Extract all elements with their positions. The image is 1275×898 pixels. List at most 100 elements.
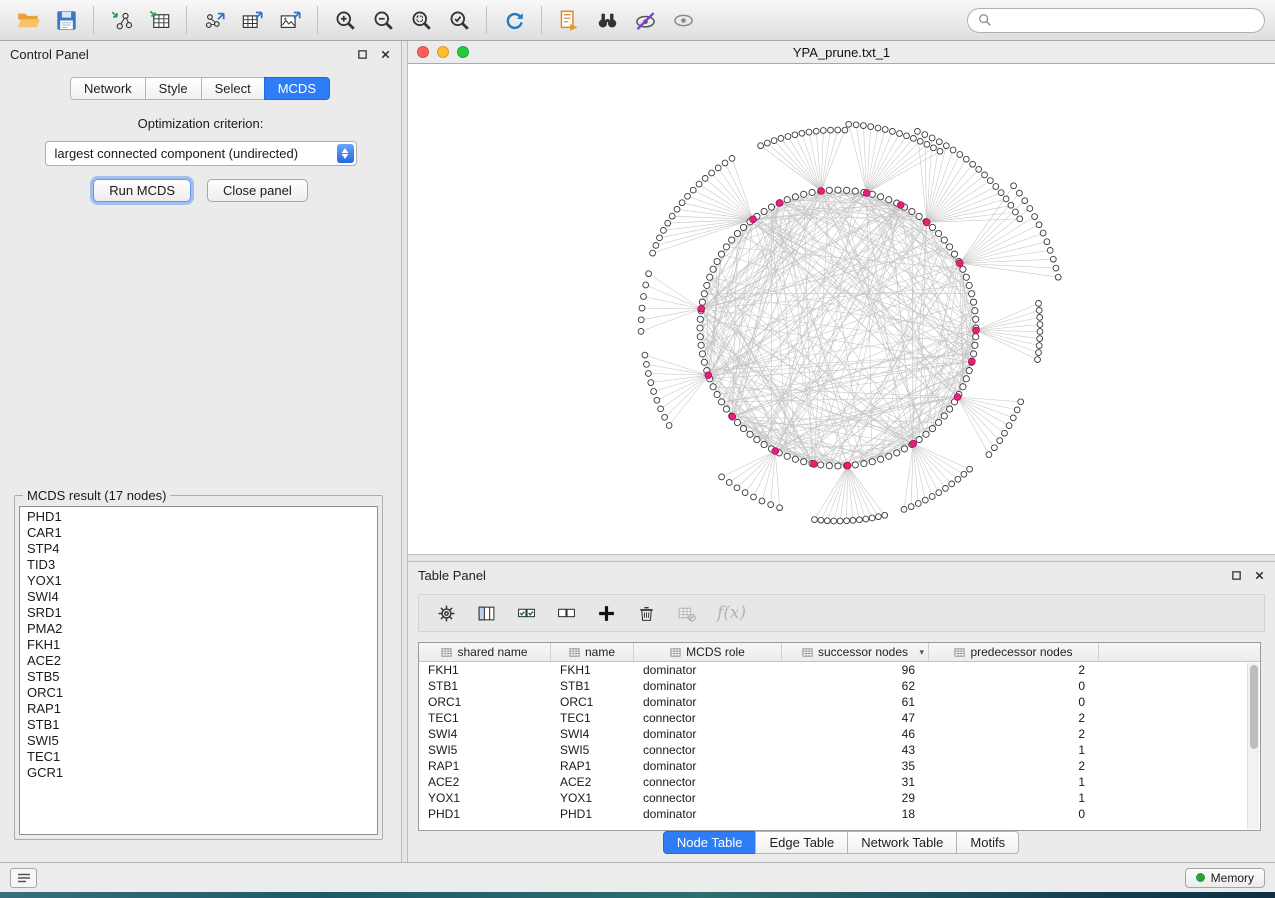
export-image-button[interactable]: [272, 4, 308, 36]
tab-select[interactable]: Select: [201, 77, 265, 100]
cell-predecessor-nodes: 0: [929, 806, 1099, 822]
zoom-selected-button[interactable]: [441, 4, 477, 36]
vizmap-eye-icon: [634, 9, 657, 32]
close-window-icon[interactable]: [417, 46, 429, 58]
toggle-graphics-details-button[interactable]: [627, 4, 663, 36]
table-row[interactable]: SWI4SWI4dominator462: [419, 726, 1260, 742]
show-hide-button[interactable]: [665, 4, 701, 36]
export-table-button[interactable]: [234, 4, 270, 36]
scrollbar-thumb[interactable]: [1250, 665, 1258, 749]
network-title: YPA_prune.txt_1: [793, 45, 890, 60]
result-node[interactable]: SWI5: [20, 733, 377, 749]
mcds-result-title: MCDS result (17 nodes): [23, 488, 170, 503]
deselect-all-icon[interactable]: [557, 604, 576, 623]
result-node[interactable]: STB5: [20, 669, 377, 685]
horizontal-splitter[interactable]: [408, 554, 1275, 562]
table-row[interactable]: ORC1ORC1dominator610: [419, 694, 1260, 710]
zoom-out-button[interactable]: [365, 4, 401, 36]
tab-network[interactable]: Network: [70, 77, 146, 100]
result-node[interactable]: TEC1: [20, 749, 377, 765]
vertical-splitter[interactable]: [401, 41, 408, 862]
tab-network-table[interactable]: Network Table: [847, 831, 957, 854]
result-node[interactable]: STP4: [20, 541, 377, 557]
import-table-button[interactable]: [141, 4, 177, 36]
table-row[interactable]: ACE2ACE2connector311: [419, 774, 1260, 790]
result-node[interactable]: SRD1: [20, 605, 377, 621]
float-window-icon[interactable]: [1231, 570, 1242, 581]
binoculars-icon: [596, 9, 619, 32]
table-row[interactable]: TEC1TEC1connector472: [419, 710, 1260, 726]
run-mcds-button[interactable]: Run MCDS: [93, 179, 191, 202]
column-header-mcds-role[interactable]: MCDS role: [634, 643, 782, 661]
criterion-dropdown[interactable]: largest connected component (undirected): [45, 141, 357, 166]
table-scrollbar[interactable]: [1247, 663, 1259, 829]
table-row[interactable]: PHD1PHD1dominator180: [419, 806, 1260, 822]
result-node[interactable]: PHD1: [20, 509, 377, 525]
cell-predecessor-nodes: 0: [929, 678, 1099, 694]
export-table-icon: [241, 9, 264, 32]
close-icon[interactable]: [380, 49, 391, 60]
network-window-titlebar[interactable]: YPA_prune.txt_1: [408, 41, 1275, 63]
result-node[interactable]: STB1: [20, 717, 377, 733]
column-header-name[interactable]: name: [551, 643, 634, 661]
trash-icon[interactable]: [637, 604, 656, 623]
column-header-shared-name[interactable]: shared name: [419, 643, 551, 661]
export-image-icon: [279, 9, 302, 32]
share-document-button[interactable]: [551, 4, 587, 36]
tab-edge-table[interactable]: Edge Table: [755, 831, 848, 854]
mcds-result-list[interactable]: PHD1CAR1STP4TID3YOX1SWI4SRD1PMA2FKH1ACE2…: [19, 506, 378, 835]
table-row[interactable]: YOX1YOX1connector291: [419, 790, 1260, 806]
column-icon[interactable]: [477, 604, 496, 623]
cell-name: SWI4: [551, 726, 634, 742]
result-node[interactable]: GCR1: [20, 765, 377, 781]
select-all-icon[interactable]: [517, 604, 536, 623]
result-node[interactable]: PMA2: [20, 621, 377, 637]
table-row[interactable]: FKH1FKH1dominator962: [419, 662, 1260, 678]
close-icon[interactable]: [1254, 570, 1265, 581]
column-label: successor nodes: [818, 645, 908, 659]
search-input[interactable]: [998, 13, 1254, 28]
network-canvas[interactable]: [408, 63, 1275, 554]
tab-style[interactable]: Style: [145, 77, 202, 100]
gear-icon[interactable]: [437, 604, 456, 623]
memory-button[interactable]: Memory: [1185, 868, 1265, 888]
zoom-fit-button[interactable]: [403, 4, 439, 36]
result-node[interactable]: FKH1: [20, 637, 377, 653]
table-row[interactable]: STB1STB1dominator620: [419, 678, 1260, 694]
cell-predecessor-nodes: 1: [929, 790, 1099, 806]
cell-name: FKH1: [551, 662, 634, 678]
cell-successor-nodes: 31: [782, 774, 929, 790]
result-node[interactable]: ACE2: [20, 653, 377, 669]
find-button[interactable]: [589, 4, 625, 36]
maximize-window-icon[interactable]: [457, 46, 469, 58]
tab-mcds[interactable]: MCDS: [264, 77, 330, 100]
result-node[interactable]: YOX1: [20, 573, 377, 589]
network-search[interactable]: [967, 8, 1265, 33]
add-icon[interactable]: [597, 604, 616, 623]
result-node[interactable]: TID3: [20, 557, 377, 573]
tab-motifs[interactable]: Motifs: [956, 831, 1019, 854]
cell-shared-name: SWI4: [419, 726, 551, 742]
column-header-successor-nodes[interactable]: successor nodes▾: [782, 643, 929, 661]
panel-menu-button[interactable]: [10, 868, 37, 888]
close-panel-button[interactable]: Close panel: [207, 179, 308, 202]
cell-name: RAP1: [551, 758, 634, 774]
save-icon: [55, 9, 78, 32]
result-node[interactable]: ORC1: [20, 685, 377, 701]
float-window-icon[interactable]: [357, 49, 368, 60]
open-file-button[interactable]: [10, 4, 46, 36]
result-node[interactable]: RAP1: [20, 701, 377, 717]
result-node[interactable]: CAR1: [20, 525, 377, 541]
minimize-window-icon[interactable]: [437, 46, 449, 58]
column-header-predecessor-nodes[interactable]: predecessor nodes: [929, 643, 1099, 661]
export-network-button[interactable]: [196, 4, 232, 36]
save-button[interactable]: [48, 4, 84, 36]
cell-successor-nodes: 61: [782, 694, 929, 710]
table-row[interactable]: SWI5SWI5connector431: [419, 742, 1260, 758]
tab-node-table[interactable]: Node Table: [663, 831, 757, 854]
import-network-button[interactable]: [103, 4, 139, 36]
result-node[interactable]: SWI4: [20, 589, 377, 605]
table-row[interactable]: RAP1RAP1dominator352: [419, 758, 1260, 774]
refresh-button[interactable]: [496, 4, 532, 36]
zoom-in-button[interactable]: [327, 4, 363, 36]
